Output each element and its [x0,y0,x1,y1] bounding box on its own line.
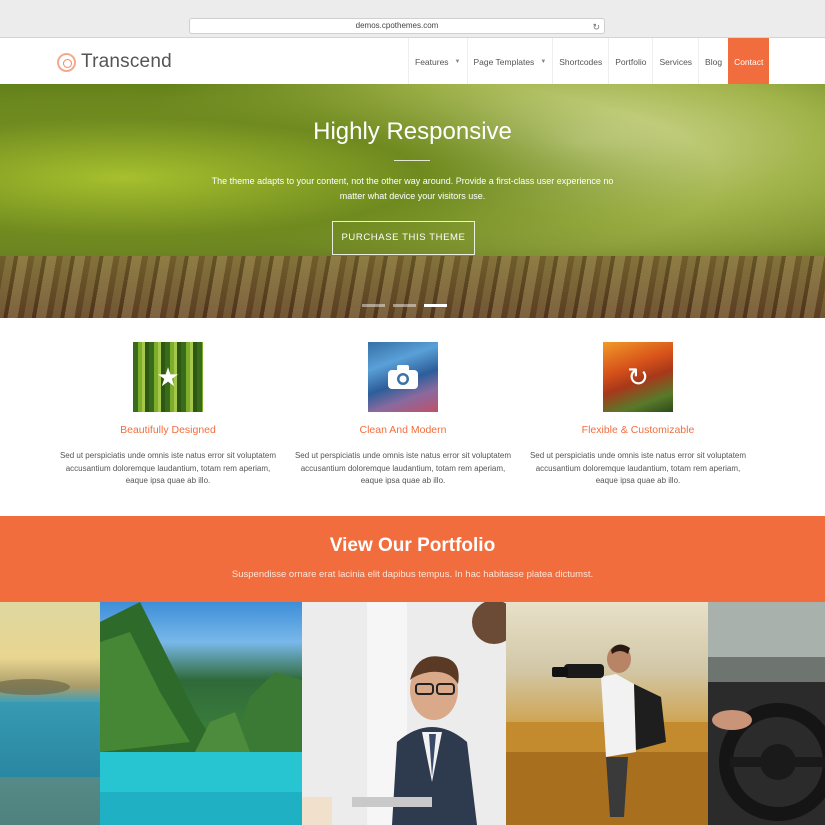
feature-card: ↻ Flexible & Customizable Sed ut perspic… [528,342,748,488]
main-nav: Features ▼ Page Templates ▼ Shortcodes P… [408,38,770,85]
nav-label: Page Templates [473,56,535,67]
website: Transcend Features ▼ Page Templates ▼ Sh… [0,38,825,825]
nav-label: Features [415,56,449,67]
slider-dot[interactable] [393,304,416,307]
portfolio-gallery [0,602,825,825]
site-logo[interactable]: Transcend [57,51,172,73]
feature-image: ★ [133,342,203,412]
feature-title[interactable]: Clean And Modern [293,424,513,436]
hero-text: The theme adapts to your content, not th… [211,176,614,201]
portfolio-item-lagoon[interactable] [100,602,302,825]
logo-icon [57,52,76,72]
nav-label: Portfolio [615,56,647,67]
reload-icon[interactable]: ↻ [592,20,600,34]
portfolio-item-beach[interactable] [0,602,100,825]
features-section: ★ Beautifully Designed Sed ut perspiciat… [0,318,825,516]
nav-item-page-templates[interactable]: Page Templates ▼ [466,38,553,85]
nav-item-shortcodes[interactable]: Shortcodes [552,38,608,85]
portfolio-banner: View Our Portfolio Suspendisse ornare er… [0,516,825,602]
feature-description: Sed ut perspiciatis unde omnis iste natu… [294,451,512,485]
nav-item-contact[interactable]: Contact [728,38,770,85]
chevron-down-icon: ▼ [454,58,461,65]
nav-label: Blog [705,56,723,67]
lagoon-image [100,602,302,825]
feature-title[interactable]: Beautifully Designed [58,424,278,436]
photographer-image [506,644,708,825]
logo-text: Transcend [81,51,172,72]
nav-item-features[interactable]: Features ▼ [408,38,467,85]
steering-wheel-image [708,602,825,825]
site-header: Transcend Features ▼ Page Templates ▼ Sh… [0,38,825,85]
deck-shade [0,256,825,318]
hero-divider [394,160,430,161]
portfolio-title: View Our Portfolio [329,535,496,556]
portfolio-subtitle: Suspendisse ornare erat lacinia elit dap… [231,569,594,580]
feature-image [368,342,438,412]
nav-item-blog[interactable]: Blog [698,38,728,85]
beach-image [0,679,100,825]
feature-description: Sed ut perspiciatis unde omnis iste natu… [59,451,277,485]
purchase-button[interactable]: PURCHASE THIS THEME [332,221,475,255]
feature-image: ↻ [603,342,673,412]
star-icon: ★ [156,362,180,392]
slider-dot[interactable] [362,304,385,307]
nav-item-portfolio[interactable]: Portfolio [608,38,652,85]
portfolio-item-driving[interactable] [708,602,825,825]
camera-icon [388,365,418,389]
feature-card: ★ Beautifully Designed Sed ut perspiciat… [58,342,278,488]
browser-toolbar: demos.cpothemes.com ↻ [0,0,825,38]
nav-label: Contact [734,56,764,67]
slider-dot-active[interactable] [424,304,447,307]
refresh-icon: ↻ [627,362,649,392]
url-text: demos.cpothemes.com [355,21,439,30]
address-bar[interactable]: demos.cpothemes.com ↻ [189,18,605,34]
nav-label: Shortcodes [559,56,603,67]
chevron-down-icon: ▼ [540,58,547,65]
nav-item-services[interactable]: Services [652,38,698,85]
nav-label: Services [659,56,693,67]
feature-title[interactable]: Flexible & Customizable [528,424,748,436]
hero-title: Highly Responsive [313,118,512,145]
slider-pagination [362,304,447,307]
businessman-image [302,602,506,825]
feature-description: Sed ut perspiciatis unde omnis iste natu… [529,451,747,485]
portfolio-item-businessman[interactable] [302,602,506,825]
hero-slider: Highly Responsive The theme adapts to yo… [0,84,825,318]
feature-card: Clean And Modern Sed ut perspiciatis und… [293,342,513,488]
portfolio-item-photographer[interactable] [506,602,708,825]
